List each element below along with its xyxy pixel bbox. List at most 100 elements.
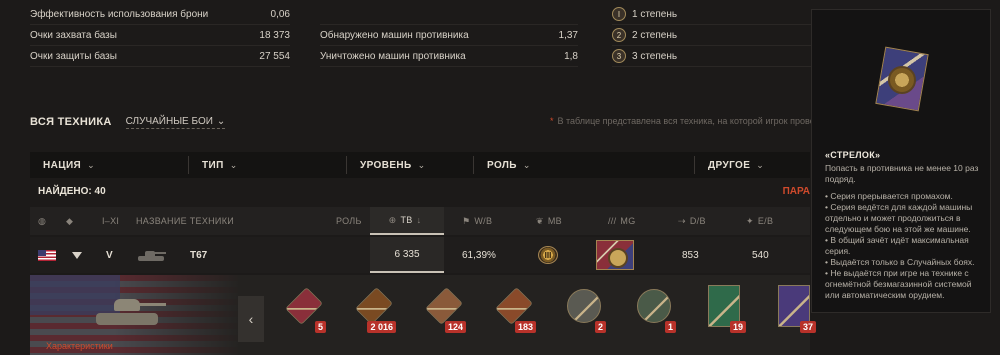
winrate-value: 61,39%: [462, 249, 496, 261]
tooltip-bullets: • Серия прерывается промахом. • Серия ве…: [825, 191, 987, 301]
experience-value: 540: [752, 249, 769, 261]
rank-2-icon: 2: [612, 28, 626, 42]
characteristics-link[interactable]: Характеристики: [46, 341, 113, 351]
achievement-item[interactable]: 2: [562, 285, 606, 339]
column-label: МВ: [547, 216, 562, 226]
stripes-icon: ///: [608, 216, 617, 226]
stats-column-1: Эффективность использования брони 0,06 Оч…: [30, 4, 290, 67]
chevron-down-icon: ⌄: [522, 159, 531, 170]
vehicles-section-header: ВСЯ ТЕХНИКА СЛУЧАЙНЫЕ БОИ ⌄ * В таблице пр…: [30, 114, 855, 130]
achievement-item[interactable]: 1: [632, 285, 676, 339]
filter-label: УРОВЕНЬ: [360, 159, 412, 171]
shell-icon: ⇢: [678, 215, 686, 226]
column-damage[interactable]: ⇢ D/B: [678, 207, 706, 235]
achievement-item[interactable]: 19: [702, 285, 746, 339]
achievement-count: 37: [799, 321, 816, 333]
triangle-down-icon: [72, 251, 82, 259]
rank-3-icon: 3: [612, 49, 626, 63]
column-mastery[interactable]: ❦ МВ: [536, 207, 562, 235]
battles-value: 6 335: [370, 237, 444, 273]
laurel-icon: ❦: [536, 215, 544, 226]
marks-medal-icon: [596, 237, 634, 273]
stat-label: Эффективность использования брони: [30, 8, 209, 20]
achievement-medal-icon: [637, 289, 671, 323]
tooltip-bullet: • Серия ведётся для каждой машины отдель…: [825, 202, 973, 234]
tooltip-title: «СТРЕЛОК»: [825, 150, 881, 160]
column-battles[interactable]: ⊕ ТВ ↓: [370, 207, 444, 235]
stat-value: 27 554: [259, 50, 290, 62]
divider: [473, 156, 474, 174]
achievement-item[interactable]: 37: [772, 285, 816, 339]
battle-mode-select[interactable]: СЛУЧАЙНЫЕ БОИ ⌄: [125, 115, 226, 129]
crosshair-icon: ⊕: [388, 214, 397, 225]
achievement-item[interactable]: 5: [282, 285, 326, 339]
stat-label: Очки захвата базы: [30, 29, 117, 41]
tooltip-description: Попасть в противника не менее 10 раз под…: [825, 163, 979, 184]
divider: [346, 156, 347, 174]
filter-role[interactable]: РОЛЬ ⌄: [487, 152, 531, 178]
mastery-badge-icon: III: [538, 246, 558, 264]
chevron-down-icon: ⌄: [216, 115, 226, 127]
parameters-link[interactable]: ПАРА: [783, 186, 810, 197]
divider: [188, 156, 189, 174]
achievement-count: 1: [664, 321, 676, 333]
expand-toggle[interactable]: [72, 237, 82, 273]
battle-mode-label: СЛУЧАЙНЫЕ БОИ: [125, 115, 213, 127]
column-name[interactable]: НАЗВАНИЕ ТЕХНИКИ: [136, 207, 234, 235]
table-header: ◍ ◆ I–XI НАЗВАНИЕ ТЕХНИКИ РОЛЬ ⊕ ТВ ↓ ⚑ W/B…: [30, 207, 810, 235]
table-row[interactable]: V T67 6 335 61,39% III 853 540: [30, 237, 810, 273]
stat-row: [320, 4, 578, 25]
filter-level[interactable]: УРОВЕНЬ ⌄: [360, 152, 426, 178]
achievement-medal-icon: [567, 289, 601, 323]
column-winrate[interactable]: ⚑ W/B: [462, 207, 492, 235]
found-count: НАЙДЕНО: 40: [38, 185, 106, 197]
stat-row: Очки защиты базы 27 554: [30, 46, 290, 67]
column-role[interactable]: РОЛЬ: [336, 207, 362, 235]
tank-image: [96, 295, 166, 325]
results-bar: НАЙДЕНО: 40 ПАРА: [30, 182, 810, 200]
achievement-count: 183: [514, 321, 536, 333]
tooltip-bullet: • Не выдаётся при игре на технике с огне…: [825, 268, 972, 300]
filter-other[interactable]: ДРУГОЕ ⌄: [708, 152, 764, 178]
column-label: E/B: [757, 216, 774, 226]
carousel-prev-button[interactable]: ‹: [238, 296, 264, 342]
achievement-item[interactable]: 2 016: [352, 285, 396, 339]
filter-label: НАЦИЯ: [43, 159, 82, 171]
tooltip-body: Попасть в противника не менее 10 раз под…: [825, 163, 987, 301]
stat-value: 0,06: [270, 8, 290, 20]
chevron-down-icon: ⌄: [229, 159, 238, 170]
globe-icon[interactable]: ◍: [38, 207, 46, 235]
column-marks[interactable]: ///МG: [608, 207, 636, 235]
stat-label: Очки защиты базы: [30, 50, 117, 62]
tooltip-bullet: • Выдаётся только в Случайных боях.: [825, 257, 975, 267]
chevron-left-icon: ‹: [248, 311, 254, 327]
achievement-item[interactable]: 124: [422, 285, 466, 339]
filter-nation[interactable]: НАЦИЯ ⌄: [43, 152, 95, 178]
stat-value: 1,37: [558, 29, 578, 41]
stat-row: Уничтожено машин противника 1,8: [320, 46, 578, 67]
column-tier[interactable]: I–XI: [102, 207, 119, 235]
column-label: D/B: [689, 216, 706, 226]
mastery-row: 3 3 степень: [612, 46, 812, 67]
tank-icon: [136, 237, 166, 273]
achievement-count: 124: [444, 321, 466, 333]
achievement-item[interactable]: 183: [492, 285, 536, 339]
mastery-column: I 1 степень 2 2 степень 3 3 степень: [612, 4, 812, 67]
top-stats: Эффективность использования брони 0,06 Оч…: [30, 0, 812, 70]
flag-usa-icon: [38, 237, 56, 273]
chevron-down-icon: ⌄: [417, 159, 426, 170]
asterisk-icon: *: [550, 116, 554, 126]
achievement-count: 2 016: [367, 321, 396, 333]
stats-column-2: Обнаружено машин противника 1,37 Уничтоже…: [320, 4, 578, 67]
filter-label: РОЛЬ: [487, 159, 517, 171]
tooltip-bullet: • В общий зачёт идёт максимальная серия.: [825, 235, 969, 256]
achievement-count: 2: [594, 321, 606, 333]
achievement-tooltip: «СТРЕЛОК» Попасть в противника не менее …: [811, 9, 991, 313]
mastery-row: I 1 степень: [612, 4, 812, 25]
vehicle-type-icon[interactable]: ◆: [66, 207, 73, 235]
column-experience[interactable]: ✦ E/B: [746, 207, 773, 235]
mastery-label: 2 степень: [632, 29, 678, 41]
filter-type[interactable]: ТИП ⌄: [202, 152, 238, 178]
chevron-down-icon: ⌄: [87, 159, 96, 170]
star-icon: ✦: [746, 215, 754, 226]
